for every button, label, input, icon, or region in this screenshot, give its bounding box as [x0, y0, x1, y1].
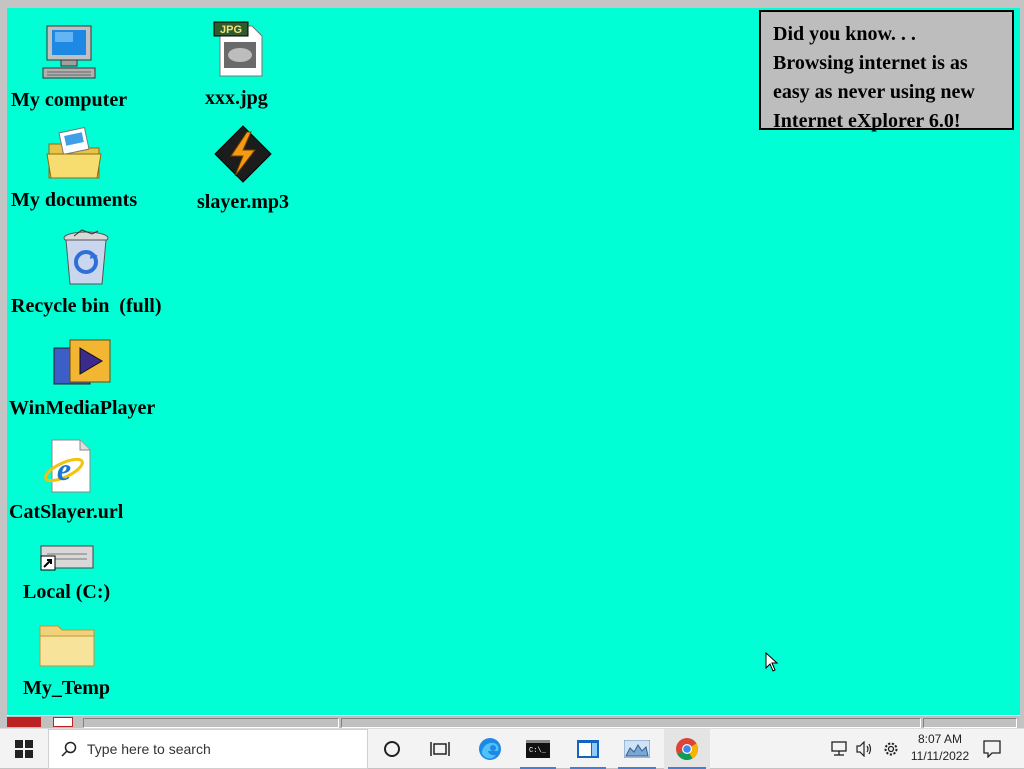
edge-browser-icon: [479, 738, 501, 760]
retro-taskbar: [7, 715, 1020, 728]
documents-folder-icon: [43, 124, 105, 187]
tip-line: Did you know. . .: [773, 23, 916, 45]
icon-label: My documents: [11, 189, 138, 211]
task-view-icon: [430, 742, 450, 756]
icon-label: xxx.jpg: [205, 87, 268, 109]
catslayer-url-desktop-icon[interactable]: e CatSlayer.url: [9, 438, 123, 523]
speaker-volume-icon: [856, 741, 872, 757]
settings-tray-button[interactable]: [878, 729, 904, 769]
svg-text:C:\_: C:\_: [529, 747, 547, 755]
chrome-browser-icon: [676, 738, 698, 760]
recycle-bin-desktop-icon[interactable]: Recycle bin (full): [11, 228, 162, 317]
taskbar-clock[interactable]: 8:07 AM 11/11/2022: [908, 731, 972, 765]
chrome-taskbar-button[interactable]: [664, 729, 710, 769]
my-documents-desktop-icon[interactable]: My documents: [11, 124, 137, 211]
start-button[interactable]: [0, 729, 48, 769]
winamp-audio-icon: [213, 124, 273, 189]
local-drive-desktop-icon[interactable]: Local (C:): [23, 540, 110, 603]
xxx-jpg-desktop-icon[interactable]: JPG xxx.jpg: [205, 20, 268, 109]
folder-icon: [36, 620, 98, 675]
slayer-mp3-desktop-icon[interactable]: slayer.mp3: [197, 124, 289, 213]
tip-line: Internet eXplorer 6.0!: [773, 110, 961, 132]
icon-label: CatSlayer.url: [9, 501, 124, 523]
svg-text:e: e: [57, 451, 71, 487]
jpg-badge: JPG: [220, 24, 242, 36]
recycle-bin-icon: [58, 228, 114, 293]
retro-tray: [923, 718, 1017, 728]
terminal-taskbar-button[interactable]: C:\_: [516, 729, 560, 769]
windows-logo-icon: [15, 740, 33, 758]
image-file-icon: JPG: [208, 20, 264, 85]
search-placeholder: Type here to search: [87, 741, 211, 757]
winmediaplayer-desktop-icon[interactable]: WinMediaPlayer: [9, 336, 155, 419]
windows-taskbar: Type here to search C:\_ 8:07 AM 11/11/2…: [0, 728, 1024, 769]
app-window-icon: [577, 740, 599, 758]
media-player-icon: [50, 336, 114, 395]
edge-taskbar-button[interactable]: [468, 729, 512, 769]
clock-time: 8:07 AM: [917, 732, 963, 746]
task-view-button[interactable]: [418, 729, 462, 769]
mouse-cursor-icon: [765, 651, 779, 677]
volume-tray-button[interactable]: [852, 729, 876, 769]
icon-label: WinMediaPlayer: [9, 397, 156, 419]
window-taskbar-button[interactable]: [566, 729, 610, 769]
clock-date: 11/11/2022: [910, 749, 970, 763]
network-tray-button[interactable]: [826, 729, 852, 769]
my-temp-desktop-icon[interactable]: My_Temp: [23, 620, 110, 699]
retro-taskbar-button[interactable]: [83, 718, 339, 728]
retro-desktop: My computer My documents Recycle bin (fu…: [7, 8, 1020, 715]
icon-label: slayer.mp3: [197, 191, 290, 213]
gear-icon: [884, 742, 898, 756]
notifications-button[interactable]: [976, 729, 1008, 769]
performance-chart-icon: [624, 740, 650, 758]
retro-start-icon[interactable]: [7, 717, 41, 727]
did-you-know-tip: Did you know. . . Browsing internet is a…: [759, 10, 1014, 132]
tip-line: Browsing internet is as: [773, 52, 968, 74]
computer-icon: [39, 22, 99, 87]
retro-app-icon[interactable]: [53, 717, 73, 727]
hard-drive-icon: [37, 540, 97, 579]
tip-line: easy as never using new: [773, 81, 975, 103]
my-computer-desktop-icon[interactable]: My computer: [11, 22, 127, 111]
retro-taskbar-button[interactable]: [341, 718, 921, 728]
icon-label: My computer: [11, 89, 128, 111]
command-prompt-icon: C:\_: [526, 740, 550, 758]
search-icon: [61, 741, 77, 757]
network-icon: [831, 741, 847, 756]
internet-explorer-shortcut-icon: e: [38, 438, 94, 499]
icon-label: Recycle bin (full): [11, 295, 162, 317]
icon-label: My_Temp: [23, 677, 111, 699]
taskbar-search-box[interactable]: Type here to search: [48, 729, 368, 769]
notification-speech-bubble-icon: [983, 740, 1001, 758]
cortana-circle-icon: [384, 741, 400, 757]
icon-label: Local (C:): [23, 581, 111, 603]
monitor-taskbar-button[interactable]: [614, 729, 660, 769]
cortana-button[interactable]: [370, 729, 414, 769]
